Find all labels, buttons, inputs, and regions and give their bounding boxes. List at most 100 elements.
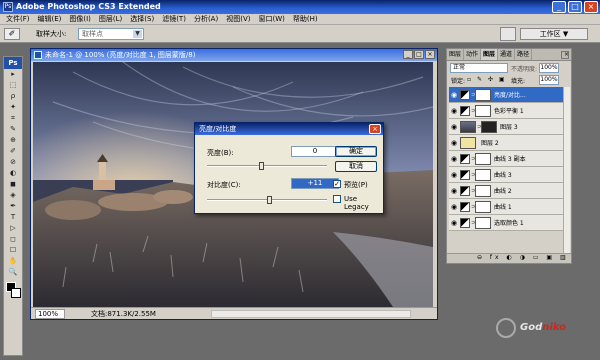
menu-layer[interactable]: 图层(L)	[99, 14, 122, 24]
eraser-tool-icon[interactable]: ⊘	[4, 157, 22, 168]
lock-icons[interactable]: ▫ ✎ ✣ ▣	[467, 76, 507, 83]
cancel-button[interactable]: 取消	[335, 161, 377, 172]
layer-row[interactable]: ◉ ⊃ 图层 3	[449, 119, 563, 135]
brush-tool-icon[interactable]: ⊕	[4, 135, 22, 146]
path-select-tool-icon[interactable]: ▷	[4, 223, 22, 234]
lasso-tool-icon[interactable]: ρ	[4, 91, 22, 102]
brightness-input[interactable]: 0	[291, 146, 339, 157]
crop-tool-icon[interactable]: ⌗	[4, 113, 22, 124]
layer-row[interactable]: ◉ ⊃ 选取颜色 1	[449, 215, 563, 231]
panel-close-icon[interactable]: ×	[561, 51, 569, 59]
layer-row[interactable]: ◉ ⊃ 曲线 2	[449, 183, 563, 199]
tab-paths[interactable]: 路径	[515, 49, 533, 60]
blur-tool-icon[interactable]: ◼	[4, 179, 22, 190]
layer-mask-thumbnail[interactable]	[475, 200, 491, 213]
watermark-text-b: niko	[542, 322, 566, 333]
eye-icon[interactable]: ◉	[449, 139, 459, 147]
fill-input[interactable]: 100%	[539, 75, 559, 85]
zoom-tool-icon[interactable]: 🔍	[4, 267, 22, 278]
layer-mask-thumbnail[interactable]	[475, 88, 491, 101]
hand-tool-icon[interactable]: ✋	[4, 256, 22, 267]
eye-icon[interactable]: ◉	[449, 91, 459, 99]
contrast-slider-thumb[interactable]	[267, 196, 272, 204]
maximize-button[interactable]: □	[568, 1, 582, 13]
magic-wand-tool-icon[interactable]: ✦	[4, 102, 22, 113]
gradient-tool-icon[interactable]: ◐	[4, 168, 22, 179]
eyedropper-icon[interactable]: ✐	[4, 28, 20, 40]
layers-panel-footer-icons[interactable]: ⊖ fx ◐ ◑ ▭ ▣ ▥	[447, 253, 571, 263]
eye-icon[interactable]: ◉	[449, 187, 459, 195]
dodge-tool-icon[interactable]: ◈	[4, 190, 22, 201]
layer-row[interactable]: ◉ ⊃ 曲线 3 副本	[449, 151, 563, 167]
layer-mask-thumbnail[interactable]	[475, 168, 491, 181]
layer-name: 选取颜色 1	[494, 220, 524, 227]
type-tool-icon[interactable]: T	[4, 212, 22, 223]
zoom-field[interactable]: 100%	[35, 309, 65, 319]
close-button[interactable]: ×	[584, 1, 598, 13]
preview-checkbox[interactable]: ✓	[333, 180, 341, 188]
layer-mask-thumbnail[interactable]	[475, 184, 491, 197]
menu-view[interactable]: 视图(V)	[226, 14, 250, 24]
move-tool-icon[interactable]: ▸	[4, 69, 22, 80]
sample-size-select[interactable]: 取样点 ▼	[78, 28, 144, 40]
horizontal-scrollbar[interactable]	[211, 310, 411, 318]
layer-row[interactable]: ◉ ⊃ 曲线 3	[449, 167, 563, 183]
layer-mask-thumbnail[interactable]	[475, 152, 491, 165]
doc-maximize-button[interactable]: □	[414, 50, 424, 59]
brightness-slider[interactable]	[207, 165, 327, 167]
stamp-tool-icon[interactable]: ✐	[4, 146, 22, 157]
menu-window[interactable]: 窗口(W)	[258, 14, 284, 24]
layer-mask-thumbnail[interactable]	[475, 216, 491, 229]
ps-logo: Ps	[4, 57, 22, 69]
eye-icon[interactable]: ◉	[449, 203, 459, 211]
tab-layers[interactable]: 图层	[481, 49, 499, 60]
workspace-button[interactable]: 工作区 ▼	[520, 28, 588, 40]
doc-minimize-button[interactable]: _	[403, 50, 413, 59]
use-legacy-checkbox[interactable]	[333, 195, 341, 203]
dialog-close-button[interactable]: ×	[369, 124, 381, 134]
minimize-button[interactable]: _	[552, 1, 566, 13]
layer-thumbnail	[460, 136, 476, 149]
notes-tool-icon[interactable]: ☐	[4, 245, 22, 256]
adjustment-layer-icon	[460, 169, 470, 180]
eye-icon[interactable]: ◉	[449, 219, 459, 227]
eye-icon[interactable]: ◉	[449, 123, 459, 131]
layer-mask-thumbnail[interactable]	[481, 120, 497, 133]
contrast-input[interactable]: +11	[291, 178, 339, 189]
use-legacy-label: Use Legacy	[344, 195, 369, 211]
layer-name: 色彩平衡 1	[494, 108, 524, 115]
layers-scrollbar[interactable]	[563, 87, 570, 253]
layer-row[interactable]: ◉ ⊃ 曲线 1	[449, 199, 563, 215]
shape-tool-icon[interactable]: ◻	[4, 234, 22, 245]
layer-row[interactable]: ◉ ⊃ 色彩平衡 1	[449, 103, 563, 119]
bridge-icon[interactable]	[500, 27, 516, 41]
menu-image[interactable]: 图像(I)	[69, 14, 91, 24]
menu-analysis[interactable]: 分析(A)	[194, 14, 218, 24]
background-color[interactable]	[11, 288, 21, 298]
tab-channels[interactable]: 通道	[498, 49, 516, 60]
menu-filter[interactable]: 滤镜(T)	[162, 14, 186, 24]
menu-edit[interactable]: 编辑(E)	[38, 14, 62, 24]
eye-icon[interactable]: ◉	[449, 171, 459, 179]
marquee-tool-icon[interactable]: ⬚	[4, 80, 22, 91]
doc-close-button[interactable]: ×	[425, 50, 435, 59]
blend-mode-select[interactable]: 正常	[450, 63, 508, 73]
menu-help[interactable]: 帮助(H)	[293, 14, 318, 24]
healing-brush-tool-icon[interactable]: ✎	[4, 124, 22, 135]
layer-mask-thumbnail[interactable]	[475, 104, 491, 117]
eye-icon[interactable]: ◉	[449, 155, 459, 163]
brightness-slider-thumb[interactable]	[259, 162, 264, 170]
menu-select[interactable]: 选择(S)	[130, 14, 154, 24]
opacity-input[interactable]: 100%	[539, 63, 559, 73]
ok-button[interactable]: 确定	[335, 146, 377, 157]
eye-icon[interactable]: ◉	[449, 107, 459, 115]
tab-actions[interactable]: 动作	[464, 49, 482, 60]
menu-file[interactable]: 文件(F)	[6, 14, 30, 24]
pen-tool-icon[interactable]: ✒	[4, 201, 22, 212]
chevron-down-icon: ▼	[133, 30, 142, 38]
tab-history[interactable]: 图层	[447, 49, 465, 60]
contrast-label: 对比度(C):	[207, 181, 241, 189]
color-swatches[interactable]	[4, 281, 22, 299]
layer-row[interactable]: ◉ ⊃ 亮度/对比...	[449, 87, 563, 103]
layer-row[interactable]: ◉ 图层 2	[449, 135, 563, 151]
